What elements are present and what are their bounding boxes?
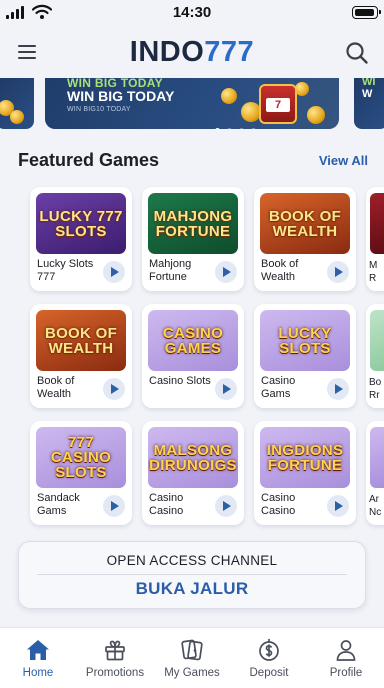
play-icon[interactable] xyxy=(215,261,237,283)
banner-next-peek[interactable]: WI W xyxy=(354,78,384,129)
play-icon[interactable] xyxy=(215,495,237,517)
game-card-peek[interactable]: M R xyxy=(366,187,384,291)
game-thumbnail[interactable]: LUCKY 777 SLOTS xyxy=(36,193,126,254)
banner-prev-peek[interactable] xyxy=(0,78,34,129)
game-thumbnail[interactable]: CASINO GAMES xyxy=(148,310,238,371)
game-thumbnail xyxy=(370,427,384,488)
status-bar: 14:30 xyxy=(0,0,384,26)
game-thumbnail xyxy=(370,193,384,254)
nav-deposit[interactable]: Deposit xyxy=(231,628,307,688)
game-name: Ar Nc xyxy=(369,494,382,518)
game-card[interactable]: CASINO GAMES Casino Slots xyxy=(142,304,244,408)
game-name: Casino Gams xyxy=(261,375,296,400)
nav-label-profile: Profile xyxy=(329,667,363,679)
battery-icon xyxy=(352,6,381,19)
game-card-peek[interactable]: Ar Nc xyxy=(366,421,384,525)
game-name: Book of Wealth xyxy=(261,258,299,283)
game-card[interactable]: MAHJONG FORTUNE Mahjong Fortune xyxy=(142,187,244,291)
access-channel-card: OPEN ACCESS CHANNEL BUKA JALUR xyxy=(18,541,366,609)
play-icon[interactable] xyxy=(215,378,237,400)
game-thumbnail-title: MALSONG DIRUNOIGS xyxy=(149,441,237,474)
promo-carousel[interactable]: WIN BIG TODAY WIN BIG TODAY WIN BIG10 TO… xyxy=(0,78,384,130)
search-icon[interactable] xyxy=(344,40,370,66)
play-icon[interactable] xyxy=(103,495,125,517)
bottom-nav: Home Promotions My Games Deposit Profile xyxy=(0,627,384,688)
slot-machine-illustration: 7 xyxy=(259,84,297,124)
game-card[interactable]: BOOK OF WEALTH Book of Wealth xyxy=(30,304,132,408)
access-heading: OPEN ACCESS CHANNEL xyxy=(106,553,278,568)
banner-line-3: WIN BIG10 TODAY xyxy=(67,106,131,113)
game-thumbnail[interactable]: INGDIONS FORTUNE xyxy=(260,427,350,488)
banner-next-line-2: W xyxy=(362,88,373,100)
status-time: 14:30 xyxy=(172,4,212,21)
game-name: Sandack Gams xyxy=(37,492,80,517)
divider xyxy=(37,574,347,575)
play-icon[interactable] xyxy=(327,495,349,517)
game-thumbnail[interactable]: BOOK OF WEALTH xyxy=(36,310,126,371)
game-thumbnail xyxy=(370,310,384,371)
play-icon[interactable] xyxy=(103,261,125,283)
logo-text-number: 777 xyxy=(204,36,255,68)
user-icon xyxy=(336,640,356,661)
game-name: Bo Rr xyxy=(369,377,382,401)
play-icon[interactable] xyxy=(327,378,349,400)
app-header: INDO777 xyxy=(0,30,384,76)
play-icon[interactable] xyxy=(103,378,125,400)
game-thumbnail-title: BOOK OF WEALTH xyxy=(268,207,342,240)
game-thumbnail[interactable]: MALSONG DIRUNOIGS xyxy=(148,427,238,488)
game-thumbnail-title: CASINO GAMES xyxy=(162,324,224,357)
banner-next-line-1: WI xyxy=(362,78,376,88)
view-all-link[interactable]: View All xyxy=(319,153,368,168)
game-name: Casino Casino xyxy=(149,492,184,517)
section-title: Featured Games xyxy=(18,150,160,170)
game-thumbnail-title: MAHJONG FORTUNE xyxy=(153,207,233,240)
game-thumbnail[interactable]: MAHJONG FORTUNE xyxy=(148,193,238,254)
game-name: Casino Casino xyxy=(261,492,296,517)
game-name: M R xyxy=(369,260,378,284)
game-card[interactable]: MALSONG DIRUNOIGS Casino Casino xyxy=(142,421,244,525)
game-card[interactable]: 777 CASINO SLOTS Sandack Gams xyxy=(30,421,132,525)
game-thumbnail-title: LUCKY SLOTS xyxy=(278,324,332,357)
game-name: Lucky Slots 777 xyxy=(37,258,94,283)
nav-label-home: Home xyxy=(22,667,54,679)
game-thumbnail[interactable]: 777 CASINO SLOTS xyxy=(36,427,126,488)
game-card[interactable]: LUCKY SLOTS Casino Gams xyxy=(254,304,356,408)
game-name: Casino Slots xyxy=(149,375,211,387)
game-thumbnail-title: BOOK OF WEALTH xyxy=(44,324,118,357)
game-thumbnail-title: INGDIONS FORTUNE xyxy=(266,441,344,474)
game-card[interactable]: INGDIONS FORTUNE Casino Casino xyxy=(254,421,356,525)
carousel-dots[interactable] xyxy=(215,120,263,129)
logo-text-main: INDO xyxy=(129,36,205,68)
nav-label-promotions: Promotions xyxy=(85,667,145,679)
app-logo: INDO777 xyxy=(0,36,384,69)
game-thumbnail[interactable]: LUCKY SLOTS xyxy=(260,310,350,371)
gift-icon xyxy=(105,640,125,661)
nav-home[interactable]: Home xyxy=(0,628,76,688)
home-icon xyxy=(27,640,49,660)
game-thumbnail-title: 777 CASINO SLOTS xyxy=(50,434,112,481)
banner-slide[interactable]: WIN BIG TODAY WIN BIG TODAY WIN BIG10 TO… xyxy=(45,78,339,129)
nav-my-games[interactable]: My Games xyxy=(154,628,230,688)
nav-promotions[interactable]: Promotions xyxy=(77,628,153,688)
game-name: Book of Wealth xyxy=(37,375,75,400)
game-thumbnail[interactable]: BOOK OF WEALTH xyxy=(260,193,350,254)
nav-profile[interactable]: Profile xyxy=(308,628,384,688)
deposit-icon xyxy=(259,639,279,661)
cards-icon xyxy=(181,639,203,661)
access-link-button[interactable]: BUKA JALUR xyxy=(19,579,365,599)
game-name: Mahjong Fortune xyxy=(149,258,192,283)
nav-label-deposit: Deposit xyxy=(249,667,289,679)
banner-line-2: WIN BIG TODAY xyxy=(67,88,175,104)
game-card-peek[interactable]: Bo Rr xyxy=(366,304,384,408)
game-thumbnail-title: LUCKY 777 SLOTS xyxy=(39,207,123,240)
play-icon[interactable] xyxy=(327,261,349,283)
game-card[interactable]: LUCKY 777 SLOTS Lucky Slots 777 xyxy=(30,187,132,291)
nav-label-my-games: My Games xyxy=(164,667,220,679)
game-card[interactable]: BOOK OF WEALTH Book of Wealth xyxy=(254,187,356,291)
